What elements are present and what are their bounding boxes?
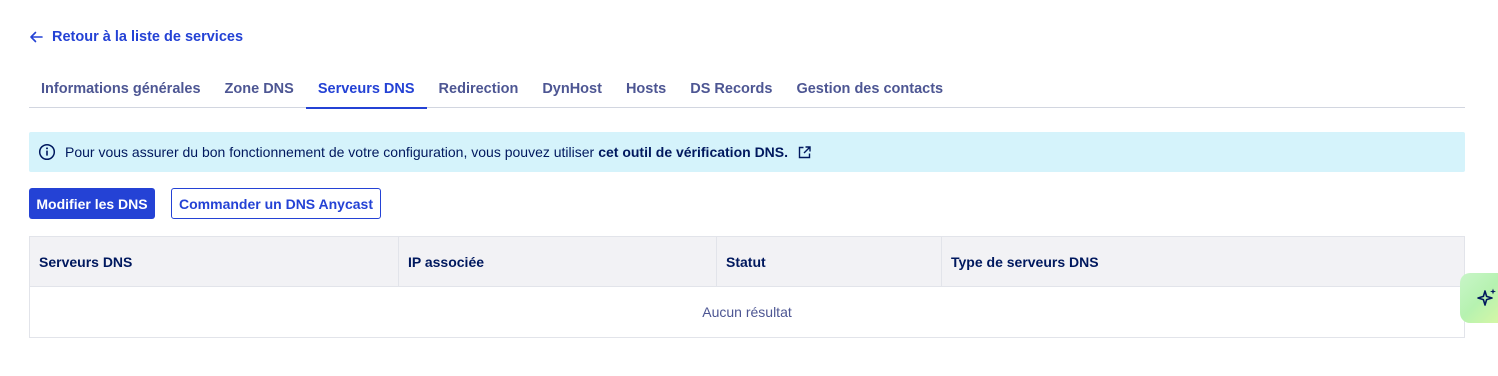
- tab-redirection[interactable]: Redirection: [427, 70, 531, 108]
- sparkles-icon: [1477, 288, 1496, 306]
- tab-ds-records[interactable]: DS Records: [678, 70, 784, 108]
- dns-check-tool-link[interactable]: cet outil de vérification DNS.: [598, 144, 811, 160]
- page: Retour à la liste de services Informatio…: [0, 0, 1498, 376]
- tab-gestion-des-contacts[interactable]: Gestion des contacts: [784, 70, 955, 108]
- column-header-status[interactable]: Statut: [717, 237, 942, 286]
- external-link-icon: [798, 145, 811, 158]
- tab-informations-generales[interactable]: Informations générales: [29, 70, 213, 108]
- tab-serveurs-dns[interactable]: Serveurs DNS: [305, 70, 427, 109]
- modify-dns-button[interactable]: Modifier les DNS: [29, 188, 155, 219]
- dns-servers-table: Serveurs DNS IP associée Statut Type de …: [29, 236, 1465, 338]
- info-banner: Pour vous assurer du bon fonctionnement …: [29, 132, 1465, 172]
- tab-hosts[interactable]: Hosts: [614, 70, 678, 108]
- column-header-associated-ip[interactable]: IP associée: [399, 237, 717, 286]
- table-header: Serveurs DNS IP associée Statut Type de …: [30, 237, 1464, 287]
- column-header-dns-server-type[interactable]: Type de serveurs DNS: [942, 237, 1464, 286]
- dns-check-tool-link-label: cet outil de vérification DNS.: [598, 144, 789, 160]
- info-banner-text: Pour vous assurer du bon fonctionnement …: [65, 144, 595, 160]
- tab-bar: Informations générales Zone DNS Serveurs…: [29, 70, 1465, 109]
- ai-assistant-button[interactable]: [1460, 273, 1498, 323]
- column-header-dns-servers[interactable]: Serveurs DNS: [30, 237, 399, 286]
- empty-state-text: Aucun résultat: [702, 304, 792, 320]
- arrow-left-icon: [30, 31, 43, 43]
- order-anycast-dns-button[interactable]: Commander un DNS Anycast: [171, 188, 381, 219]
- info-icon: [38, 143, 56, 161]
- table-empty-row: Aucun résultat: [30, 287, 1464, 337]
- back-to-services-link[interactable]: Retour à la liste de services: [29, 29, 243, 45]
- tab-dynhost[interactable]: DynHost: [530, 70, 614, 108]
- back-link-label: Retour à la liste de services: [52, 29, 244, 45]
- tab-zone-dns[interactable]: Zone DNS: [213, 70, 306, 108]
